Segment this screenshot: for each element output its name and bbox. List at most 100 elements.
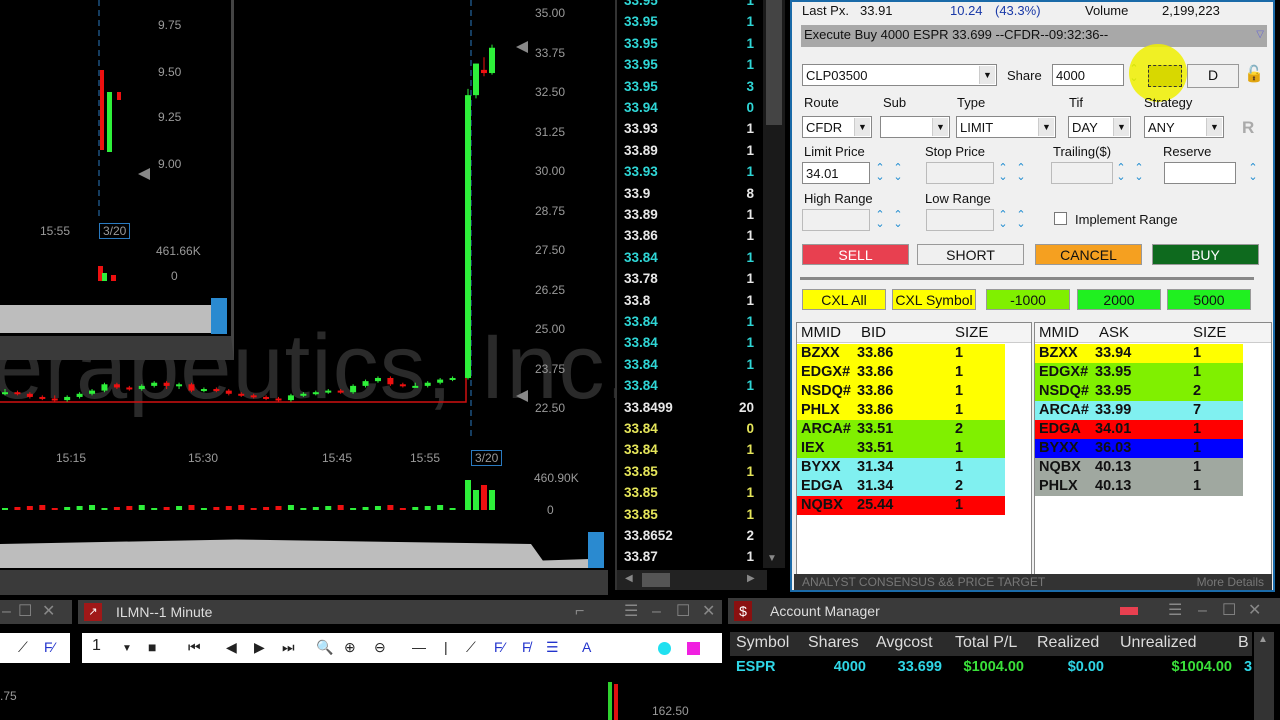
book-row[interactable]: PHLX 33.86 1: [797, 401, 1005, 420]
col-b[interactable]: B: [1238, 634, 1249, 652]
fib-extension-icon[interactable]: F̸: [522, 639, 531, 655]
menu-icon[interactable]: ☰: [624, 600, 638, 624]
book-row[interactable]: NQBX 25.44 1: [797, 496, 1005, 515]
sub-select[interactable]: ▼: [880, 116, 950, 138]
text-icon[interactable]: A: [582, 639, 591, 655]
restore-icon[interactable]: ⌐: [575, 600, 584, 624]
fib-icon[interactable]: F⁄: [494, 639, 505, 655]
account-manager-titlebar[interactable]: $ Account Manager ☰ – ☐ ✕: [728, 598, 1280, 624]
sell-button[interactable]: SELL: [802, 244, 909, 265]
book-row[interactable]: BYXX 31.34 1: [797, 458, 1005, 477]
zoom-in-icon[interactable]: ⊕: [344, 639, 356, 656]
high-range-input[interactable]: [802, 209, 870, 231]
preset-5000-button[interactable]: 5000: [1167, 289, 1251, 310]
bid-book[interactable]: MMID BID SIZE BZXX 33.86 1 EDGX# 33.86 1 NSDQ#…: [796, 322, 1032, 580]
book-row[interactable]: ARCA# 33.51 2: [797, 420, 1005, 439]
vertical-line-icon[interactable]: |: [444, 639, 448, 655]
reserve-stepper[interactable]: ⌃ ⌄: [1247, 163, 1259, 183]
analyst-consensus-bar[interactable]: ANALYST CONSENSUS && PRICE TARGET More D…: [794, 574, 1272, 590]
trendline-icon[interactable]: ⟋: [466, 639, 476, 656]
vertical-scrollbar[interactable]: ▲: [1254, 632, 1274, 720]
route-select[interactable]: CFDR ▼: [802, 116, 872, 138]
line-tool-icon[interactable]: ⟋: [18, 639, 28, 656]
book-row[interactable]: EDGX# 33.86 1: [797, 363, 1005, 382]
horizontal-line-icon[interactable]: —: [412, 639, 426, 655]
tif-select[interactable]: DAY ▼: [1068, 116, 1131, 138]
time-and-sales[interactable]: 33.95 1 33.95 1 33.95 1 33.95 1 33.95 3 33.94 0 33.9…: [615, 0, 785, 590]
fib-tool-icon[interactable]: F⁄: [44, 639, 55, 655]
minimize-icon[interactable]: –: [2, 600, 11, 624]
book-row[interactable]: NSDQ# 33.95 2: [1035, 382, 1243, 401]
dropdown-icon[interactable]: ▼: [1038, 118, 1054, 136]
book-row[interactable]: PHLX 40.13 1: [1035, 477, 1243, 496]
dropdown-icon[interactable]: ▼: [1206, 118, 1222, 136]
col-realized[interactable]: Realized: [1037, 634, 1099, 652]
scroll-thumb[interactable]: [642, 573, 670, 587]
scroll-left-icon[interactable]: ◀: [625, 573, 633, 584]
low-stepper-fine[interactable]: ⌃ ⌄: [1015, 210, 1027, 230]
stop-price-input[interactable]: [926, 162, 994, 184]
maximize-icon[interactable]: ☐: [676, 600, 690, 624]
horizontal-scrollbar[interactable]: ◀ ▶: [617, 570, 767, 590]
type-select[interactable]: LIMIT ▼: [956, 116, 1056, 138]
scroll-down-icon[interactable]: ▼: [767, 553, 777, 564]
last-icon[interactable]: ⏭: [282, 639, 295, 656]
close-icon[interactable]: ✕: [1248, 599, 1261, 623]
book-row[interactable]: ARCA# 33.99 7: [1035, 401, 1243, 420]
scroll-up-icon[interactable]: ▲: [1258, 634, 1268, 645]
interval-select[interactable]: 1: [92, 637, 101, 655]
book-row[interactable]: EDGA 31.34 2: [797, 477, 1005, 496]
book-row[interactable]: EDGX# 33.95 1: [1035, 363, 1243, 382]
share-input[interactable]: 4000: [1052, 64, 1124, 86]
dropdown-icon[interactable]: ▼: [932, 118, 948, 136]
lock-icon[interactable]: 🔓: [1244, 64, 1264, 84]
close-icon[interactable]: ✕: [42, 600, 55, 624]
navigator-handle[interactable]: [588, 532, 604, 568]
chart-navigator[interactable]: [0, 539, 590, 568]
minimize-icon[interactable]: –: [1198, 599, 1207, 623]
book-row[interactable]: BZXX 33.86 1: [797, 344, 1005, 363]
cancel-button[interactable]: CANCEL: [1035, 244, 1142, 265]
col-unrealized[interactable]: Unrealized: [1120, 634, 1196, 652]
r-button[interactable]: R: [1242, 118, 1254, 138]
prev-icon[interactable]: ◀: [226, 639, 237, 656]
scroll-right-icon[interactable]: ▶: [747, 573, 755, 584]
close-icon[interactable]: ✕: [702, 600, 715, 624]
book-row[interactable]: BZXX 33.94 1: [1035, 344, 1243, 363]
dropdown-icon[interactable]: ▼: [979, 66, 995, 84]
trailing-stepper[interactable]: ⌃ ⌄: [1115, 163, 1127, 183]
first-icon[interactable]: ⏮: [188, 639, 201, 656]
minimize-icon[interactable]: –: [652, 600, 661, 624]
cxl-all-button[interactable]: CXL All: [802, 289, 886, 310]
chart-navigator[interactable]: [0, 305, 215, 333]
book-row[interactable]: NSDQ# 33.86 1: [797, 382, 1005, 401]
small-window-titlebar[interactable]: – ☐ ✕: [0, 600, 72, 624]
rectangle-icon[interactable]: [687, 642, 700, 655]
order-entry-panel[interactable]: Last Px. 33.91 10.24 (43.3%) Volume 2,19…: [790, 0, 1275, 592]
buy-button[interactable]: BUY: [1152, 244, 1259, 265]
dropdown-icon[interactable]: ▼: [1113, 118, 1129, 136]
navigator-handle[interactable]: [211, 298, 227, 334]
maximize-icon[interactable]: ☐: [1222, 599, 1236, 623]
ask-book[interactable]: MMID ASK SIZE BZXX 33.94 1 EDGX# 33.95 1 NSDQ#…: [1034, 322, 1272, 580]
ellipse-icon[interactable]: [658, 642, 671, 655]
more-details-link[interactable]: More Details: [1197, 575, 1264, 589]
col-shares[interactable]: Shares: [808, 634, 859, 652]
ilmn-window-titlebar[interactable]: ↗ ILMN--1 Minute ⌐ ☰ – ☐ ✕: [78, 600, 722, 624]
preset-minus-1000-button[interactable]: -1000: [986, 289, 1070, 310]
low-stepper[interactable]: ⌃ ⌄: [997, 210, 1009, 230]
expand-icon[interactable]: ▽: [1256, 29, 1264, 40]
d-button[interactable]: D: [1187, 64, 1239, 88]
high-stepper[interactable]: ⌃ ⌄: [874, 210, 886, 230]
col-total-pl[interactable]: Total P/L: [955, 634, 1017, 652]
col-avgcost[interactable]: Avgcost: [876, 634, 933, 652]
reserve-input[interactable]: [1164, 162, 1236, 184]
stop-stepper-fine[interactable]: ⌃ ⌄: [1015, 163, 1027, 183]
book-row[interactable]: IEX 33.51 1: [797, 439, 1005, 458]
vertical-scrollbar[interactable]: ▼: [763, 0, 785, 568]
limit-stepper-fine[interactable]: ⌃ ⌄: [892, 163, 904, 183]
stop-stepper[interactable]: ⌃ ⌄: [997, 163, 1009, 183]
cxl-symbol-button[interactable]: CXL Symbol: [892, 289, 976, 310]
inner-chart-window[interactable]: 9.75 9.50 9.25 9.00 15:55 3/20 461.66K 0: [0, 0, 234, 360]
short-button[interactable]: SHORT: [917, 244, 1024, 265]
